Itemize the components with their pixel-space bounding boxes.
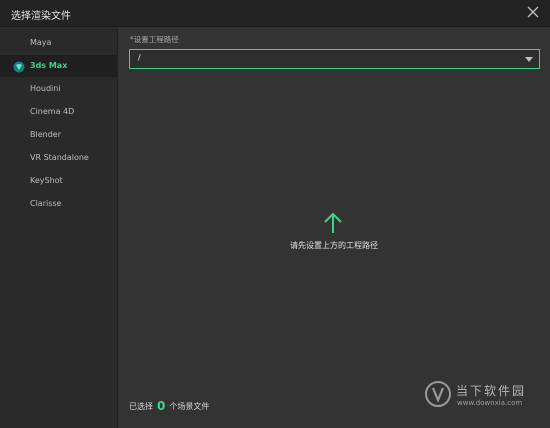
- watermark-url: www.downxia.com: [457, 399, 523, 407]
- sidebar-item-label: Maya: [30, 38, 52, 47]
- sidebar-item-label: Houdini: [30, 84, 61, 93]
- title-bar: 选择渲染文件: [0, 0, 550, 27]
- sidebar-item-label: KeyShot: [30, 176, 63, 185]
- sidebar-item-label: 3ds Max: [30, 61, 68, 70]
- close-icon[interactable]: [526, 5, 540, 19]
- chevron-down-icon: [525, 57, 533, 62]
- sidebar-item-houdini[interactable]: Houdini: [0, 78, 117, 100]
- window-title: 选择渲染文件: [11, 11, 71, 22]
- footer-prefix: 已选择: [129, 402, 153, 411]
- sidebar-item-3dsmax[interactable]: 3ds Max: [0, 55, 117, 77]
- watermark-logo-icon: [424, 380, 452, 408]
- project-path-select[interactable]: /: [129, 49, 540, 69]
- selected-count-footer: 已选择 0 个场景文件: [129, 399, 209, 413]
- sidebar-item-blender[interactable]: Blender: [0, 124, 117, 146]
- sidebar-item-cinema-4d[interactable]: Cinema 4D: [0, 101, 117, 123]
- software-sidebar: Maya 3ds Max Houdini Cinema 4D Blender V…: [0, 27, 118, 428]
- sidebar-item-label: VR Standalone: [30, 153, 89, 162]
- 3dsmax-logo-icon: [13, 60, 25, 73]
- selected-count: 0: [157, 399, 166, 413]
- footer-suffix: 个场景文件: [169, 402, 210, 411]
- project-path-value: /: [138, 53, 141, 62]
- sidebar-item-label: Clarisse: [30, 199, 62, 208]
- empty-state-hint: 请先设置上方的工程路径: [290, 241, 378, 250]
- project-path-label: *设置工程路径: [130, 35, 179, 44]
- sidebar-item-keyshot[interactable]: KeyShot: [0, 170, 117, 192]
- sidebar-item-label: Blender: [30, 130, 61, 139]
- sidebar-item-clarisse[interactable]: Clarisse: [0, 193, 117, 215]
- watermark: 当下软件园 www.downxia.com: [424, 380, 534, 414]
- sidebar-item-maya[interactable]: Maya: [0, 32, 117, 54]
- watermark-name: 当下软件园: [456, 384, 527, 398]
- sidebar-item-vr-standalone[interactable]: VR Standalone: [0, 147, 117, 169]
- arrow-up-icon: [321, 211, 345, 235]
- sidebar-item-label: Cinema 4D: [30, 107, 75, 116]
- main-panel: *设置工程路径 / 请先设置上方的工程路径 已选择 0 个场景文件: [118, 27, 550, 428]
